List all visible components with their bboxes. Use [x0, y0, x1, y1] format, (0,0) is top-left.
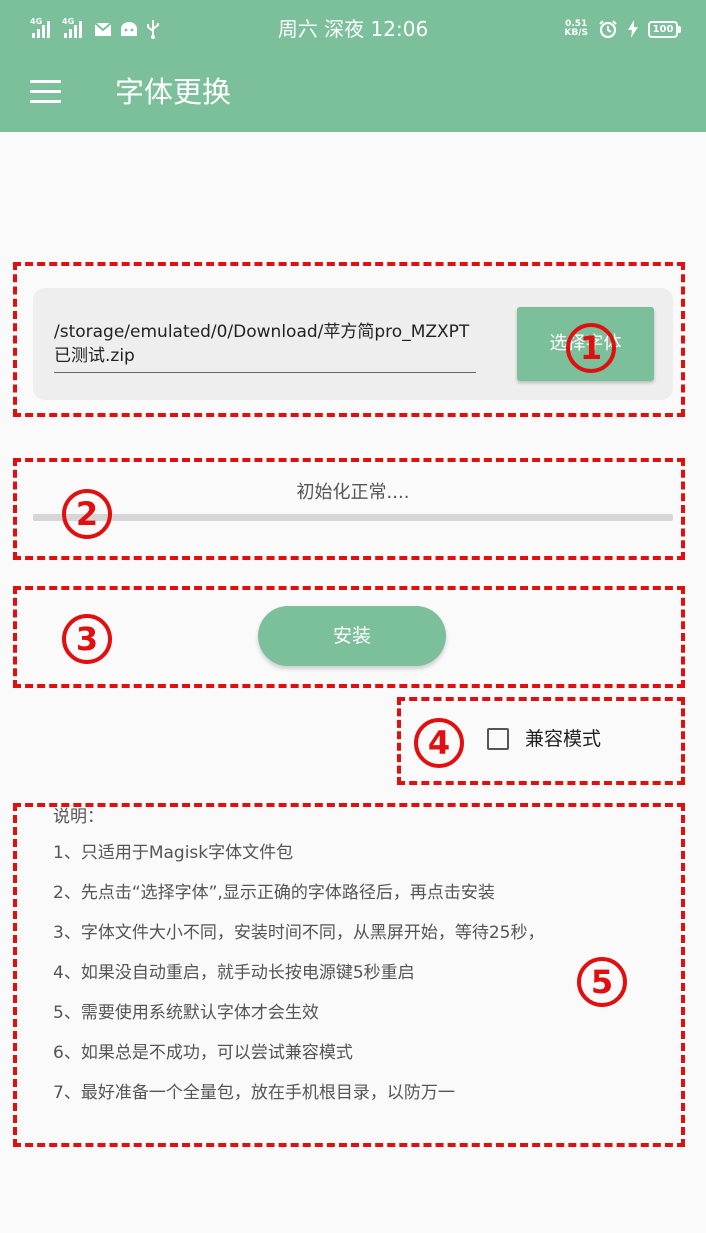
- annotation-box-2: [13, 458, 685, 560]
- install-progress-bar: [33, 514, 673, 521]
- font-path-field[interactable]: /storage/emulated/0/Download/苹方简pro_MZXP…: [54, 320, 474, 368]
- checkbox-icon[interactable]: [487, 728, 509, 750]
- status-bar: 4G 4G 周六 深夜 12:06 0.51 KB/S 100: [0, 0, 706, 58]
- annotation-number-2: 2: [62, 489, 112, 539]
- install-button[interactable]: 安装: [258, 606, 446, 666]
- instruction-item: 5、需要使用系统默认字体才会生效: [53, 1003, 319, 1023]
- status-icons-right: 0.51 KB/S 100: [564, 17, 681, 41]
- alarm-icon: [599, 20, 617, 39]
- app-bar: 字体更换: [0, 58, 706, 132]
- instructions: 说明： 1、只适用于Magisk字体文件包 2、先点击“选择字体”,显示正确的字…: [53, 805, 673, 1121]
- instruction-item: 2、先点击“选择字体”,显示正确的字体路径后，再点击安装: [53, 883, 495, 903]
- instruction-item: 6、如果总是不成功，可以尝试兼容模式: [53, 1043, 353, 1063]
- charging-icon: [628, 20, 638, 38]
- network-speed: 0.51 KB/S: [564, 19, 588, 38]
- instructions-heading: 说明：: [53, 807, 104, 827]
- annotation-number-4: 4: [414, 718, 464, 768]
- battery-icon: 100: [648, 20, 681, 38]
- compat-mode-checkbox[interactable]: 兼容模式: [487, 724, 601, 754]
- instruction-item: 3、字体文件大小不同，安装时间不同，从黑屏开始，等待25秒，: [53, 923, 545, 943]
- annotation-number-1: 1: [566, 323, 616, 373]
- annotation-number-3: 3: [62, 614, 112, 664]
- page-title: 字体更换: [115, 75, 232, 109]
- instruction-item: 7、最好准备一个全量包，放在手机根目录，以防万一: [53, 1083, 455, 1103]
- menu-icon[interactable]: [30, 80, 61, 104]
- compat-mode-label: 兼容模式: [525, 728, 602, 750]
- annotation-number-5: 5: [577, 957, 627, 1007]
- instruction-item: 1、只适用于Magisk字体文件包: [53, 843, 294, 863]
- font-path-underline: [54, 372, 476, 373]
